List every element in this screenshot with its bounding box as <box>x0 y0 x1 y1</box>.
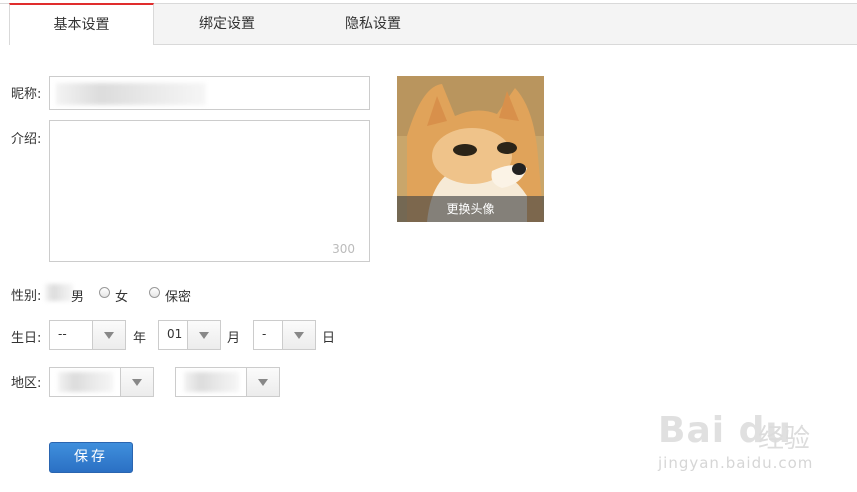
gender-label: 性别: <box>11 289 42 304</box>
chevron-down-icon[interactable] <box>187 321 220 349</box>
settings-tab-bar: 基本设置 绑定设置 隐私设置 <box>9 3 857 45</box>
chevron-down-icon[interactable] <box>92 321 125 349</box>
intro-label: 介绍: <box>11 132 42 147</box>
year-unit-label: 年 <box>133 331 147 346</box>
tab-privacy-settings[interactable]: 隐私设置 <box>299 4 447 44</box>
nickname-input[interactable] <box>49 76 370 110</box>
tab-binding-settings[interactable]: 绑定设置 <box>153 4 301 44</box>
birthday-month-select[interactable]: 01 <box>158 320 221 350</box>
birthday-year-value: -- <box>58 327 67 341</box>
intro-textarea[interactable]: 300 <box>49 120 370 262</box>
chevron-down-icon[interactable] <box>120 368 153 396</box>
nickname-redacted <box>56 83 206 105</box>
month-unit-label: 月 <box>227 331 241 346</box>
gender-female-label: 女 <box>115 290 129 305</box>
birthday-year-select[interactable]: -- <box>49 320 126 350</box>
avatar[interactable]: 更换头像 <box>397 76 544 222</box>
birthday-day-select[interactable]: - <box>253 320 316 350</box>
nickname-label: 昵称: <box>11 87 42 102</box>
chevron-down-icon[interactable] <box>282 321 315 349</box>
day-unit-label: 日 <box>322 331 336 346</box>
gender-female-radio[interactable] <box>99 287 110 298</box>
birthday-label: 生日: <box>11 331 42 346</box>
birthday-month-value: 01 <box>167 327 183 341</box>
region-province-select[interactable] <box>49 367 154 397</box>
gender-male-redacted <box>45 284 73 301</box>
birthday-day-value: - <box>262 327 267 341</box>
region-city-select[interactable] <box>175 367 280 397</box>
save-button[interactable]: 保存 <box>49 442 133 473</box>
intro-char-counter: 300 <box>332 242 355 256</box>
watermark-cn: 经验 <box>758 424 811 454</box>
region-label: 地区: <box>11 376 42 391</box>
chevron-down-icon[interactable] <box>246 368 279 396</box>
gender-secret-label: 保密 <box>165 290 192 305</box>
watermark-url: jingyan.baidu.com <box>658 454 814 472</box>
gender-male-label: 男 <box>71 290 85 305</box>
city-redacted <box>184 372 239 392</box>
province-redacted <box>58 372 113 392</box>
baidu-jingyan-watermark: Bai du 经验 jingyan.baidu.com <box>658 402 848 477</box>
change-avatar-button[interactable]: 更换头像 <box>397 196 544 222</box>
gender-secret-radio[interactable] <box>149 287 160 298</box>
tab-basic-settings[interactable]: 基本设置 <box>9 3 154 45</box>
